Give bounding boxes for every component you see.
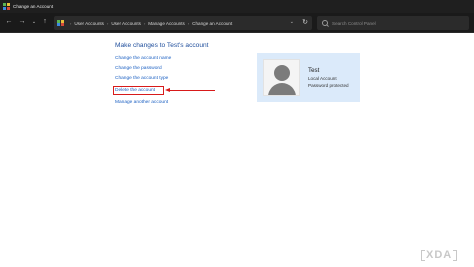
change-account-type-link[interactable]: Change the account type xyxy=(115,76,168,81)
breadcrumb-item[interactable]: User Accounts xyxy=(111,21,141,26)
breadcrumb-item[interactable]: Change an Account xyxy=(192,21,232,26)
address-bar[interactable]: › User Accounts › User Accounts › Manage… xyxy=(54,16,312,30)
page-title: Make changes to Test's account xyxy=(115,42,209,49)
account-name: Test xyxy=(308,67,320,74)
recent-locations-button[interactable]: ⌄ xyxy=(29,17,39,27)
breadcrumb-item[interactable]: User Accounts xyxy=(74,21,104,26)
window-title: Change an Account xyxy=(13,4,54,9)
account-status: Password protected xyxy=(308,83,349,88)
annotation-arrow xyxy=(170,89,215,91)
account-type: Local Account xyxy=(308,76,337,81)
watermark-text: XDA xyxy=(426,249,453,261)
chevron-right-icon: › xyxy=(106,20,109,26)
control-panel-icon xyxy=(3,3,10,10)
change-account-name-link[interactable]: Change the account name xyxy=(115,56,171,61)
back-button[interactable]: ← xyxy=(4,17,14,27)
chevron-down-icon: ⌄ xyxy=(31,19,37,25)
manage-another-account-link[interactable]: Manage another account xyxy=(115,100,168,105)
arrow-right-icon: → xyxy=(18,18,26,25)
account-card: Test Local Account Password protected xyxy=(257,53,360,102)
breadcrumb: › User Accounts › User Accounts › Manage… xyxy=(67,21,232,26)
xda-logo: XDA xyxy=(421,248,468,262)
annotation-highlight-box xyxy=(113,86,164,95)
change-password-link[interactable]: Change the password xyxy=(115,66,162,71)
arrow-up-icon: ↑ xyxy=(43,18,47,25)
breadcrumb-item[interactable]: Manage Accounts xyxy=(148,21,185,26)
address-dropdown-button[interactable]: ⌄ xyxy=(290,19,294,25)
up-button[interactable]: ↑ xyxy=(40,17,50,27)
control-panel-icon xyxy=(57,19,64,27)
title-bar: Change an Account xyxy=(0,0,474,13)
forward-button[interactable]: → xyxy=(17,17,27,27)
chevron-right-icon: › xyxy=(187,20,190,26)
navigation-bar: ← → ⌄ ↑ › User Accounts › User Accounts … xyxy=(0,13,474,33)
chevron-right-icon: › xyxy=(70,20,72,26)
search-placeholder: Search Control Panel xyxy=(332,20,376,26)
search-input[interactable]: Search Control Panel xyxy=(317,16,469,30)
user-icon xyxy=(263,59,300,96)
chevron-right-icon: › xyxy=(143,20,146,26)
arrow-left-icon: ← xyxy=(5,18,13,25)
search-icon xyxy=(322,19,329,27)
refresh-icon[interactable]: ↻ xyxy=(302,18,308,26)
